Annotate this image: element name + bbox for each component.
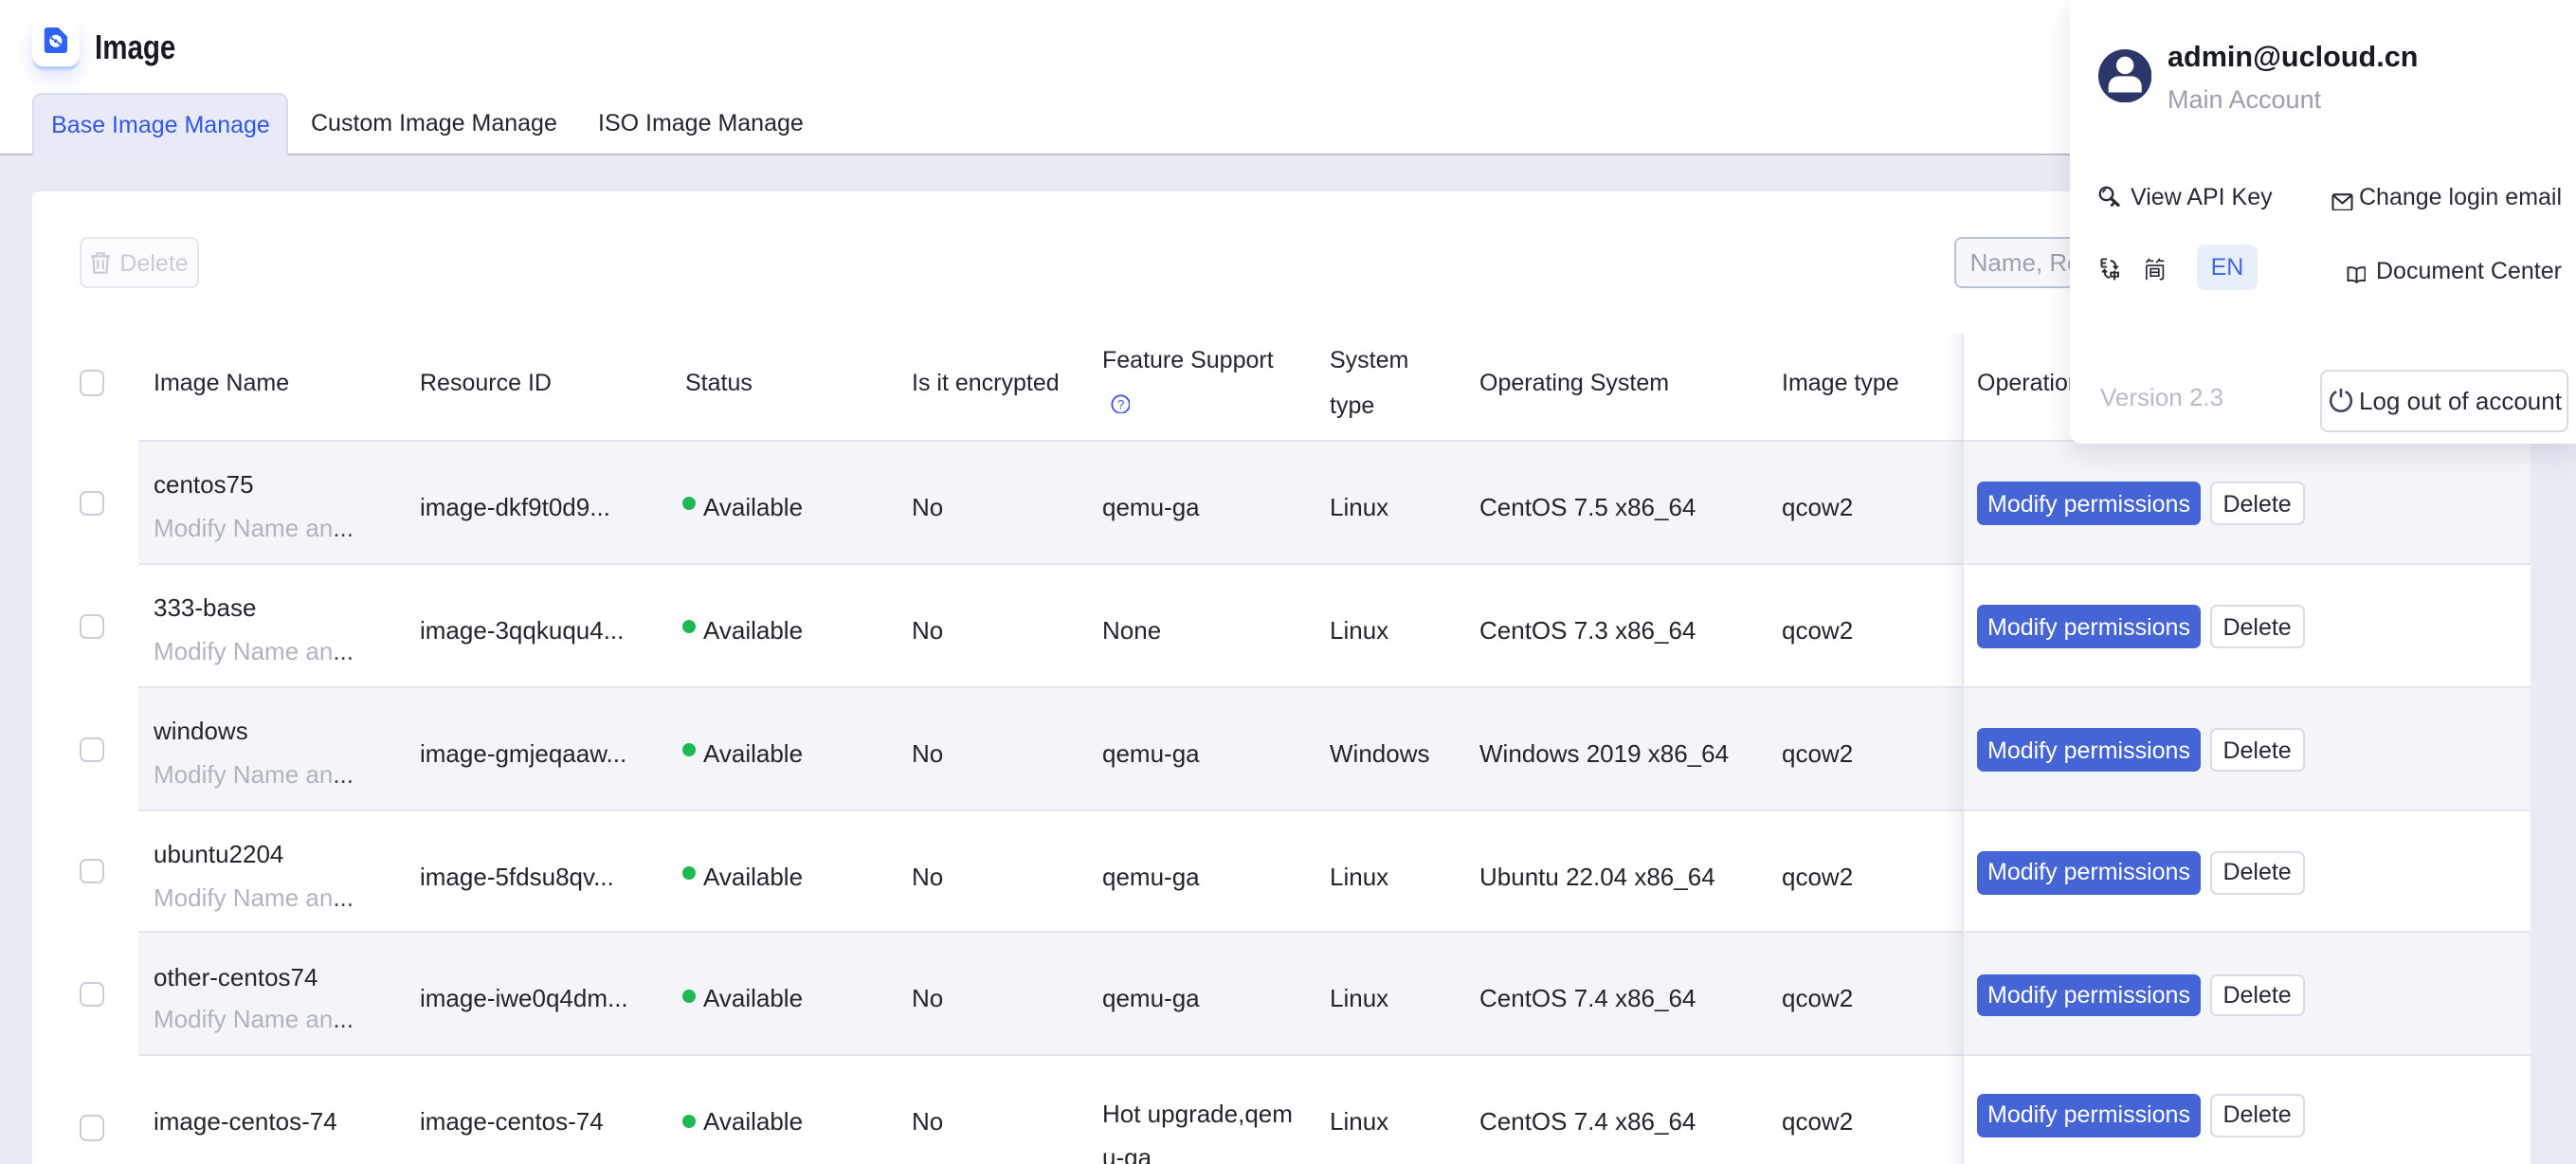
svg-text:?: ? (1116, 396, 1124, 411)
